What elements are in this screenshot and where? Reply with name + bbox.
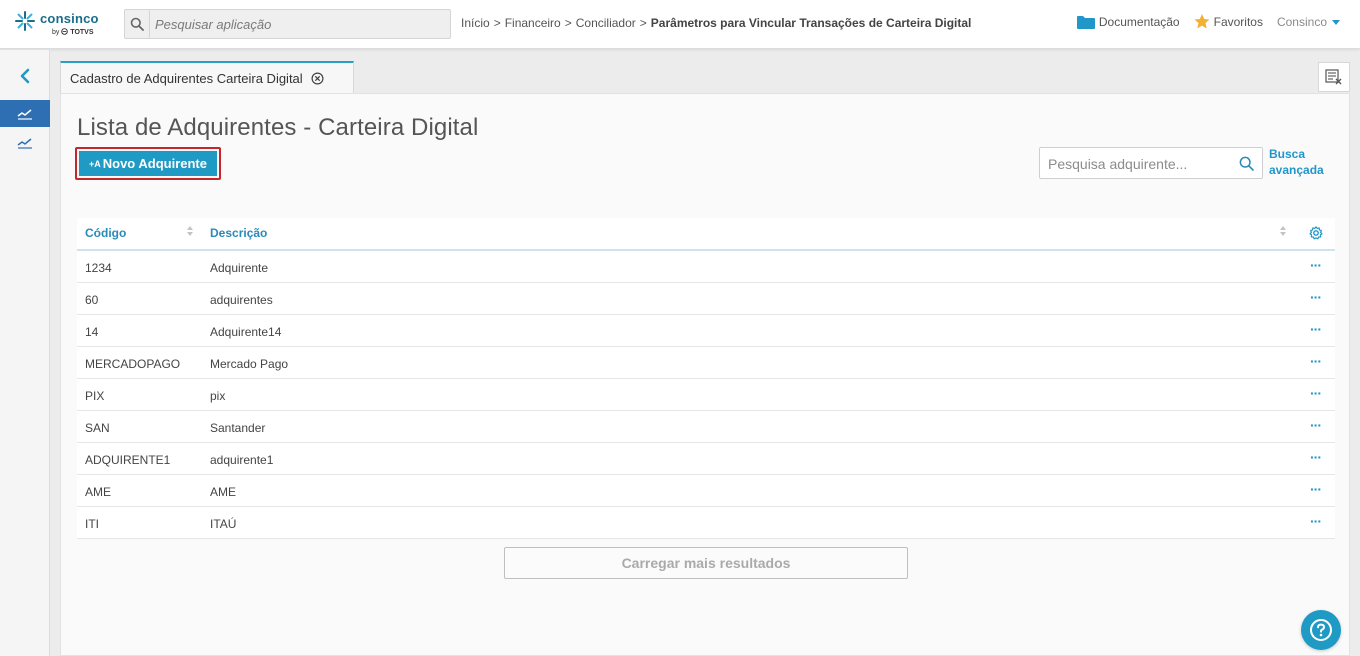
advanced-search-link[interactable]: Busca avançada bbox=[1269, 146, 1329, 178]
brand-name: consinco bbox=[40, 11, 99, 26]
column-header-codigo[interactable]: Código bbox=[85, 226, 126, 240]
tab-tools-button[interactable] bbox=[1318, 62, 1350, 92]
chevron-left-icon bbox=[20, 68, 30, 84]
left-sidebar bbox=[0, 50, 50, 656]
line-chart-icon bbox=[17, 138, 32, 149]
cell-code: 60 bbox=[85, 293, 99, 307]
search-icon[interactable] bbox=[125, 10, 150, 38]
table-header: Código Descrição bbox=[77, 218, 1335, 251]
cell-code: AME bbox=[85, 485, 112, 499]
acquirer-search-box[interactable] bbox=[1039, 147, 1263, 179]
row-actions-button[interactable]: ··· bbox=[1310, 513, 1322, 529]
app-search-box[interactable] bbox=[124, 9, 451, 39]
cell-description: Santander bbox=[210, 421, 266, 435]
cell-description: adquirente1 bbox=[210, 453, 274, 467]
app-search-input[interactable] bbox=[155, 14, 445, 34]
cell-code: MERCADOPAGO bbox=[85, 357, 181, 371]
main-panel: Lista de Adquirentes - Carteira Digital … bbox=[60, 93, 1350, 656]
line-chart-icon bbox=[17, 108, 32, 120]
new-acquirer-highlight: +A Novo Adquirente bbox=[75, 147, 221, 180]
chevron-down-icon bbox=[1332, 20, 1340, 25]
cell-code: SAN bbox=[85, 421, 110, 435]
column-header-descricao[interactable]: Descrição bbox=[210, 226, 267, 240]
cell-description: AME bbox=[210, 485, 237, 499]
gear-icon[interactable] bbox=[1309, 226, 1323, 245]
sidebar-collapse-button[interactable] bbox=[0, 62, 50, 90]
table-row[interactable]: 14 Adquirente14 ··· bbox=[77, 315, 1335, 347]
totvs-icon bbox=[61, 28, 69, 35]
new-acquirer-label: Novo Adquirente bbox=[102, 156, 207, 171]
close-circle-icon[interactable] bbox=[311, 72, 324, 85]
top-header: consinco by TOTVS Início>Financeiro>Conc… bbox=[0, 0, 1360, 49]
folder-icon bbox=[1076, 15, 1095, 29]
cell-code: ADQUIRENTE1 bbox=[85, 453, 171, 467]
favorites-link[interactable]: Favoritos bbox=[1194, 14, 1263, 29]
favorites-label: Favoritos bbox=[1213, 14, 1263, 29]
breadcrumb: Início > Financeiro > Conciliador > Parâmetros… bbox=[461, 16, 971, 30]
breadcrumb-item-financeiro[interactable]: Financeiro bbox=[505, 16, 561, 30]
acquirers-table: Código Descrição 1234 Adquirente ··· 60 adq… bbox=[77, 218, 1335, 539]
breadcrumb-separator: > bbox=[639, 16, 647, 30]
search-icon[interactable] bbox=[1239, 156, 1254, 176]
table-row[interactable]: 60 adquirentes ··· bbox=[77, 283, 1335, 315]
cell-description: pix bbox=[210, 389, 226, 403]
brand-parent: TOTVS bbox=[70, 29, 94, 36]
breadcrumb-item-inicio[interactable]: Início bbox=[461, 16, 490, 30]
consinco-logo[interactable]: consinco by TOTVS bbox=[14, 8, 114, 40]
table-row[interactable]: ITI ITAÚ ··· bbox=[77, 507, 1335, 539]
table-row[interactable]: 1234 Adquirente ··· bbox=[77, 251, 1335, 283]
brand-by-line: by TOTVS bbox=[52, 28, 94, 36]
table-row[interactable]: ADQUIRENTE1 adquirente1 ··· bbox=[77, 443, 1335, 475]
row-actions-button[interactable]: ··· bbox=[1310, 481, 1322, 497]
table-row[interactable]: AME AME ··· bbox=[77, 475, 1335, 507]
sort-icon[interactable] bbox=[187, 226, 193, 238]
cell-code: 14 bbox=[85, 325, 99, 339]
breadcrumb-item-conciliador[interactable]: Conciliador bbox=[576, 16, 636, 30]
consinco-logo-mark-icon bbox=[15, 11, 35, 31]
table-row[interactable]: MERCADOPAGO Mercado Pago ··· bbox=[77, 347, 1335, 379]
brand-by: by bbox=[52, 29, 60, 36]
list-clear-icon bbox=[1325, 69, 1342, 85]
row-actions-button[interactable]: ··· bbox=[1310, 353, 1322, 369]
acquirer-search-input[interactable] bbox=[1048, 154, 1233, 174]
cell-description: adquirentes bbox=[210, 293, 273, 307]
user-menu[interactable]: Consinco bbox=[1277, 15, 1340, 29]
tab-cadastro-adquirentes[interactable]: Cadastro de Adquirentes Carteira Digital bbox=[60, 61, 354, 94]
documentation-label: Documentação bbox=[1098, 14, 1180, 29]
breadcrumb-separator: > bbox=[493, 16, 501, 30]
row-actions-button[interactable]: ··· bbox=[1310, 321, 1322, 337]
header-actions: Documentação Favoritos Consinco bbox=[1063, 14, 1340, 29]
user-name: Consinco bbox=[1276, 14, 1327, 29]
table-row[interactable]: PIX pix ··· bbox=[77, 379, 1335, 411]
documentation-link[interactable]: Documentação bbox=[1076, 14, 1180, 29]
cell-code: PIX bbox=[85, 389, 105, 403]
load-more-button[interactable]: Carregar mais resultados bbox=[504, 547, 908, 579]
sort-icon[interactable] bbox=[1280, 226, 1286, 238]
cell-description: ITAÚ bbox=[210, 517, 237, 531]
cell-description: Adquirente bbox=[210, 261, 269, 275]
row-actions-button[interactable]: ··· bbox=[1310, 385, 1322, 401]
help-button[interactable] bbox=[1301, 610, 1341, 650]
sidebar-item[interactable] bbox=[0, 130, 50, 156]
breadcrumb-separator: > bbox=[564, 16, 572, 30]
new-acquirer-button[interactable]: +A Novo Adquirente bbox=[79, 151, 217, 176]
cell-code: ITI bbox=[85, 517, 99, 531]
help-icon bbox=[1310, 619, 1332, 641]
cell-description: Adquirente14 bbox=[210, 325, 282, 339]
row-actions-button[interactable]: ··· bbox=[1310, 257, 1322, 273]
tab-label: Cadastro de Adquirentes Carteira Digital bbox=[70, 71, 303, 86]
cell-code: 1234 bbox=[85, 261, 112, 275]
sidebar-item-active[interactable] bbox=[0, 100, 50, 127]
row-actions-button[interactable]: ··· bbox=[1310, 417, 1322, 433]
page-title: Lista de Adquirentes - Carteira Digital bbox=[77, 114, 479, 141]
star-icon bbox=[1194, 14, 1210, 29]
cell-description: Mercado Pago bbox=[210, 357, 289, 371]
add-icon: +A bbox=[88, 158, 101, 169]
row-actions-button[interactable]: ··· bbox=[1310, 449, 1322, 465]
breadcrumb-current: Parâmetros para Vincular Transações de C… bbox=[650, 16, 972, 30]
table-row[interactable]: SAN Santander ··· bbox=[77, 411, 1335, 443]
row-actions-button[interactable]: ··· bbox=[1310, 289, 1322, 305]
